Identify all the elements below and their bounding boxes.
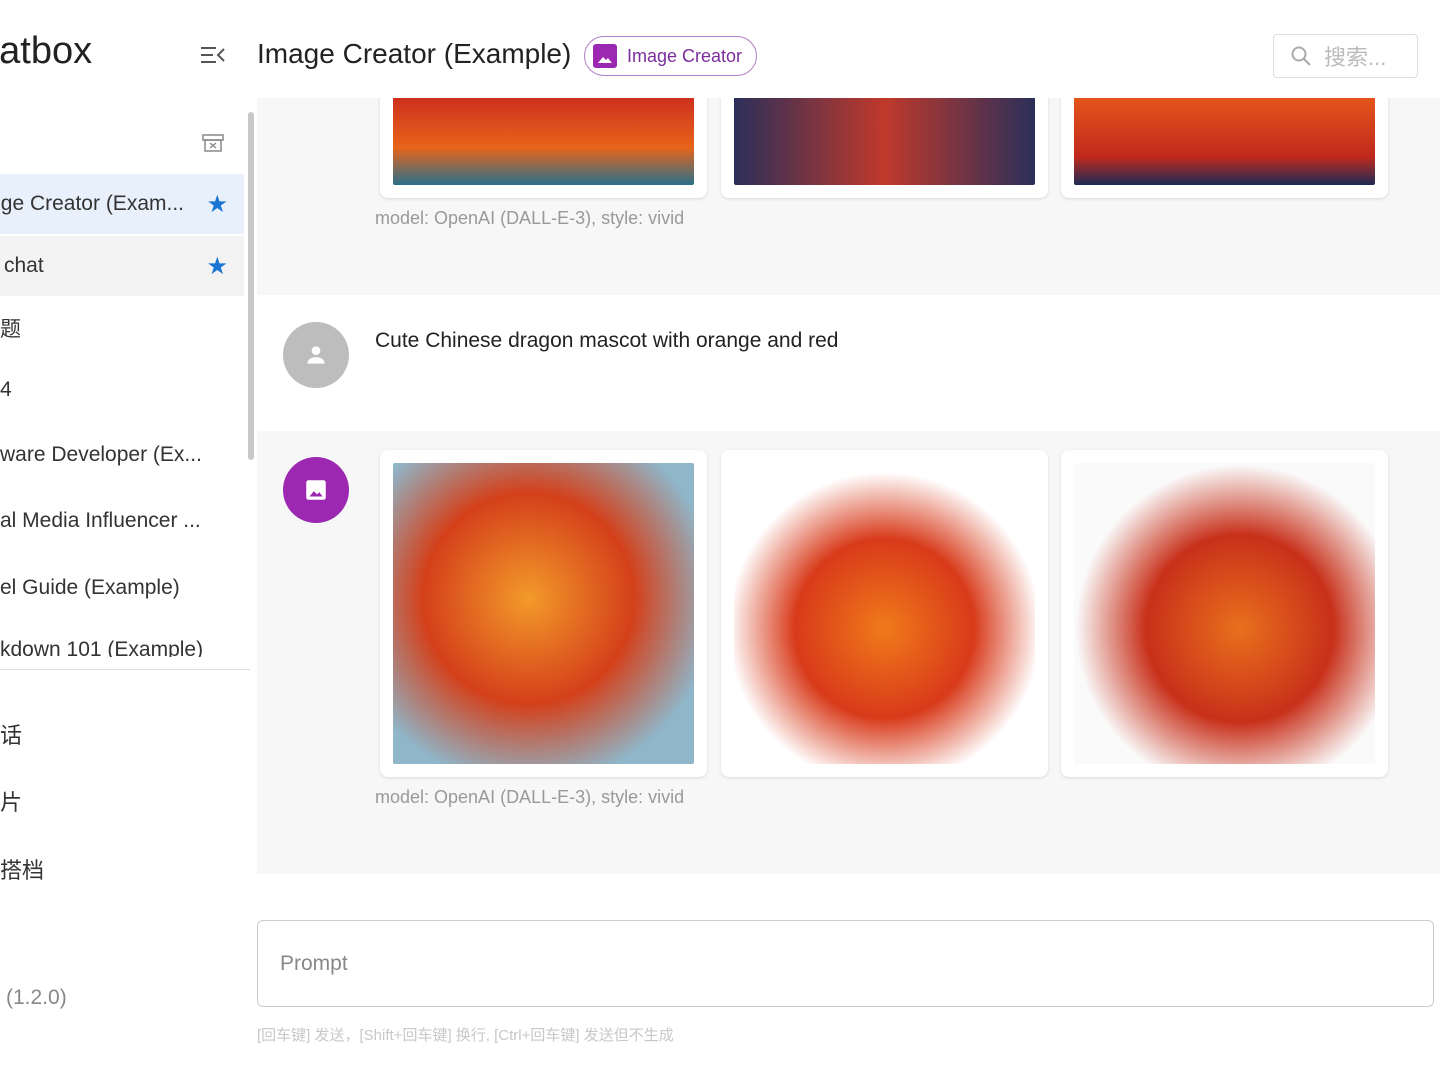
sidebar-scrollbar[interactable] <box>247 112 255 657</box>
user-message: Cute Chinese dragon mascot with orange a… <box>257 295 1440 431</box>
image-creator-avatar-icon <box>283 457 349 523</box>
image-icon <box>593 44 617 68</box>
sidebar: hatbox ge Creator (Exam...★ chat★ 题 4 wa… <box>0 0 254 1080</box>
app-brand: hatbox <box>0 30 93 72</box>
session-item[interactable]: 4 <box>0 360 244 420</box>
image-creator-chip[interactable]: Image Creator <box>584 36 758 76</box>
star-icon[interactable]: ★ <box>206 252 228 281</box>
session-item[interactable]: ge Creator (Exam... ★ <box>0 174 244 234</box>
divider <box>0 669 250 670</box>
generated-image[interactable] <box>380 450 707 777</box>
page-title: Image Creator (Example) <box>257 38 572 69</box>
collapse-sidebar-icon[interactable] <box>200 44 226 66</box>
conversation-list: ge Creator (Exam... ★ chat ★ 题 4 ware Deve… <box>0 112 244 657</box>
session-item[interactable]: 题 <box>0 298 244 358</box>
generated-image[interactable] <box>1061 450 1388 777</box>
prompt-input[interactable]: Prompt <box>257 920 1434 1007</box>
image-caption: model: OpenAI (DALL-E-3), style: vivid <box>375 208 685 228</box>
star-icon[interactable]: ★ <box>206 190 228 219</box>
session-item[interactable]: kdown 101 (Example) <box>0 620 244 657</box>
app-version: (1.2.0) <box>6 986 67 1009</box>
user-avatar-icon <box>283 322 349 388</box>
header: Image Creator (Example) Image Creator 搜索… <box>257 0 1440 98</box>
assistant-message: model: OpenAI (DALL-E-3), style: vivid <box>257 78 1440 295</box>
keyboard-hint: [回车键] 发送，[Shift+回车键] 换行, [Ctrl+回车键] 发送但不… <box>257 1027 674 1044</box>
new-image-button[interactable]: 片 <box>0 785 22 817</box>
copilots-button[interactable]: 搭档 <box>0 853 44 885</box>
image-caption: model: OpenAI (DALL-E-3), style: vivid <box>375 787 685 807</box>
generated-image[interactable] <box>721 450 1048 777</box>
session-item[interactable]: chat ★ <box>0 236 244 296</box>
new-chat-button[interactable]: 话 <box>0 718 22 750</box>
session-item[interactable]: el Guide (Example) <box>0 558 244 618</box>
search-icon <box>1291 46 1311 66</box>
session-item[interactable]: ware Developer (Ex... <box>0 425 244 485</box>
assistant-message: model: OpenAI (DALL-E-3), style: vivid <box>257 431 1440 874</box>
search-input[interactable]: 搜索... <box>1273 34 1418 78</box>
user-message-text: Cute Chinese dragon mascot with orange a… <box>375 329 839 352</box>
session-item[interactable]: al Media Influencer ... <box>0 491 244 551</box>
